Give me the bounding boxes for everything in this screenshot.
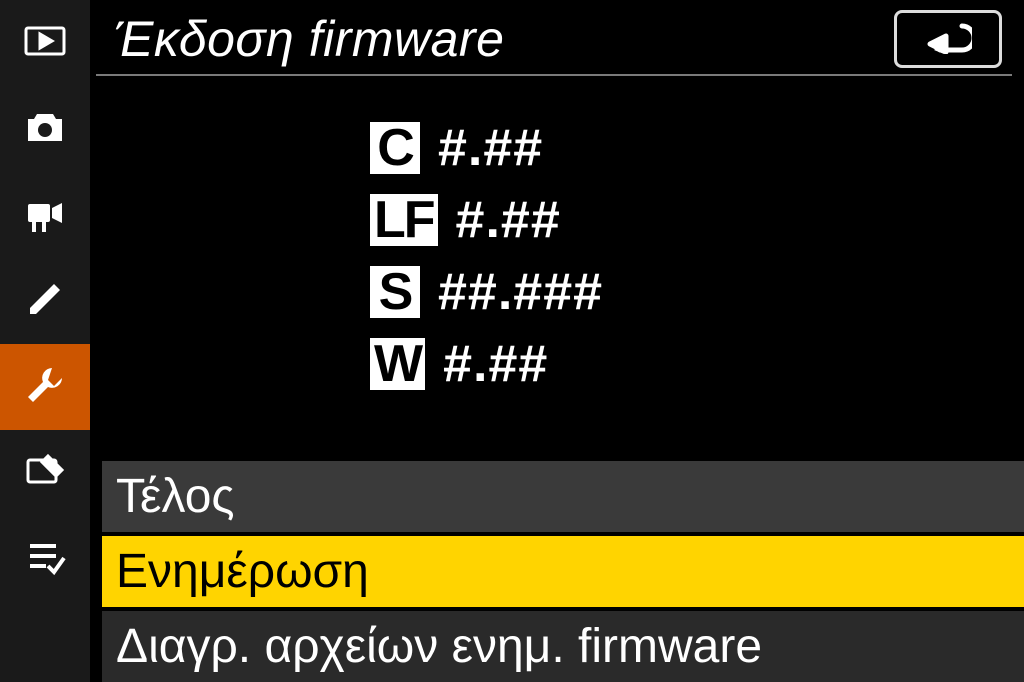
playback-icon	[22, 18, 68, 69]
firmware-row: C #.##	[370, 118, 543, 178]
mymenu-icon	[22, 534, 68, 585]
sidebar-item-setup[interactable]	[0, 344, 90, 430]
sidebar-item-photo[interactable]	[0, 86, 90, 172]
firmware-label: C	[370, 122, 420, 174]
camera-menu-screen: Έκδοση firmware C #.## LF	[0, 0, 1024, 682]
options-list: Τέλος Ενημέρωση Διαγρ. αρχείων ενημ. fir…	[90, 461, 1024, 682]
option-update[interactable]: Ενημέρωση	[102, 536, 1024, 607]
firmware-row: LF #.##	[370, 190, 561, 250]
sidebar	[0, 0, 90, 682]
firmware-label: W	[370, 338, 425, 390]
option-delete-files[interactable]: Διαγρ. αρχείων ενημ. firmware	[102, 611, 1024, 682]
firmware-value: #.##	[456, 190, 561, 250]
video-icon	[22, 190, 68, 241]
firmware-label: LF	[370, 194, 438, 246]
firmware-value: #.##	[443, 334, 548, 394]
firmware-label: S	[370, 266, 420, 318]
retouch-icon	[22, 448, 68, 499]
back-button[interactable]	[894, 10, 1002, 68]
sidebar-item-custom[interactable]	[0, 258, 90, 344]
sidebar-item-mymenu[interactable]	[0, 516, 90, 602]
firmware-row: W #.##	[370, 334, 548, 394]
page-title: Έκδοση firmware	[114, 10, 504, 68]
option-done[interactable]: Τέλος	[102, 461, 1024, 532]
firmware-row: S ##.###	[370, 262, 603, 322]
back-icon	[924, 20, 972, 59]
firmware-value: ##.###	[438, 262, 603, 322]
sidebar-item-retouch[interactable]	[0, 430, 90, 516]
firmware-version-list: C #.## LF #.## S ##.### W #.##	[90, 76, 1024, 461]
firmware-value: #.##	[438, 118, 543, 178]
content: C #.## LF #.## S ##.### W #.## Τέλος	[90, 76, 1024, 682]
sidebar-item-video[interactable]	[0, 172, 90, 258]
main-panel: Έκδοση firmware C #.## LF	[90, 0, 1024, 682]
wrench-icon	[22, 362, 68, 413]
header: Έκδοση firmware	[96, 0, 1012, 76]
sidebar-item-playback[interactable]	[0, 0, 90, 86]
photo-icon	[22, 104, 68, 155]
pencil-icon	[22, 276, 68, 327]
